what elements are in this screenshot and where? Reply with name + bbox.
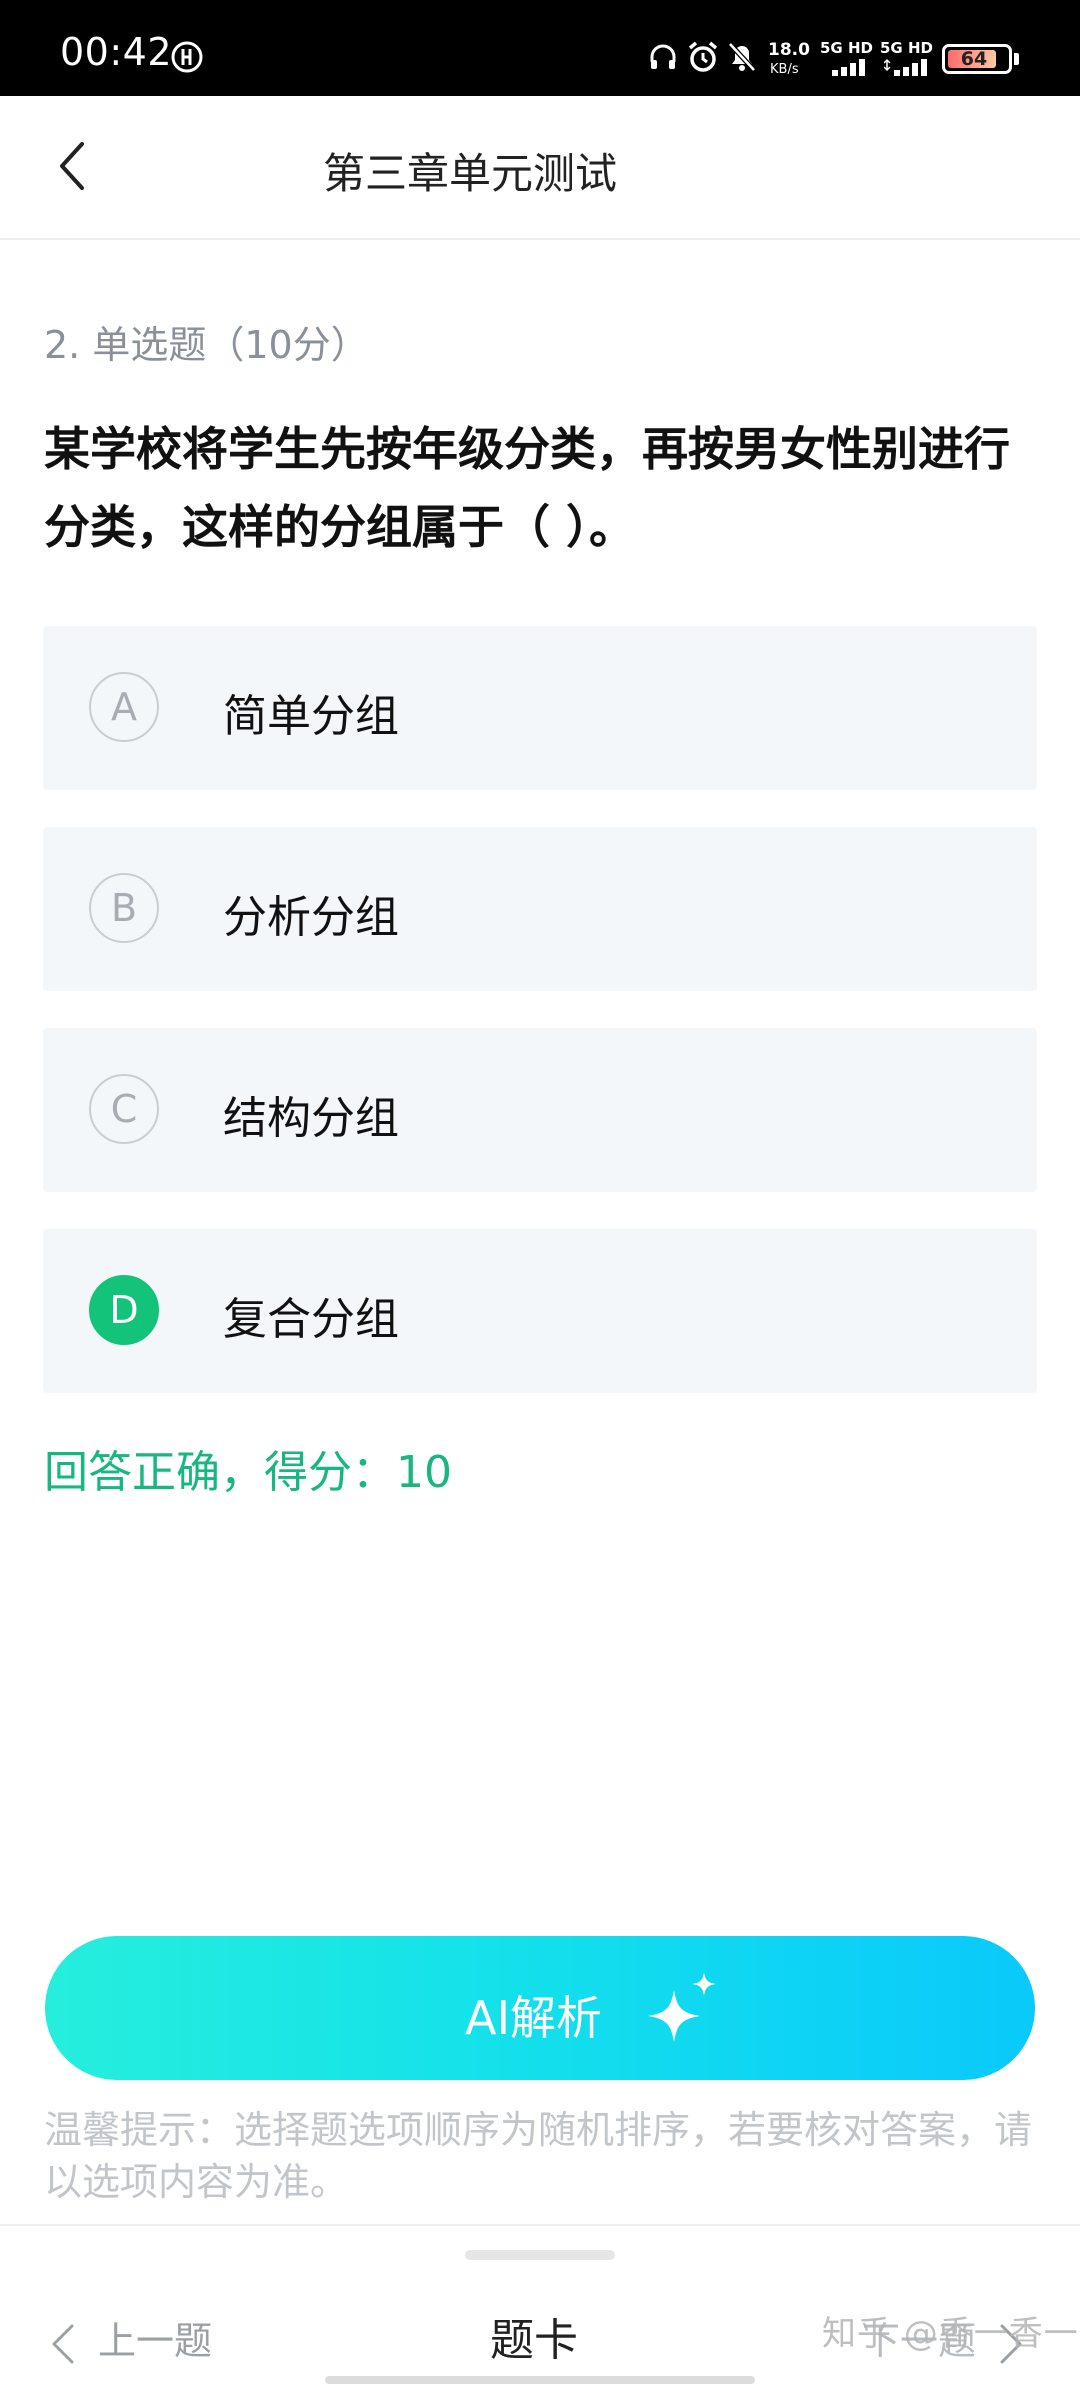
option-text-d: 复合分组: [223, 1294, 399, 1345]
option-text-a: 简单分组: [223, 691, 399, 742]
alarm-icon: [688, 41, 718, 72]
option-d[interactable]: D 复合分组: [43, 1229, 1037, 1393]
result-text: 回答正确，得分：10: [44, 1447, 452, 1498]
headphones-icon: [650, 44, 676, 69]
option-letter-d: D: [89, 1275, 159, 1345]
signal-icon-2: [884, 58, 927, 76]
watermark: 知乎 @香一香一: [822, 2314, 1079, 2354]
option-c[interactable]: C 结构分组: [43, 1028, 1037, 1192]
question-card-button[interactable]: 题卡: [490, 2304, 578, 2368]
data-saver-icon: [171, 41, 203, 73]
option-text-b: 分析分组: [223, 892, 399, 943]
prev-question-label: 上一题: [98, 2319, 213, 2363]
battery-tip: [1014, 53, 1019, 65]
battery-icon: 64: [942, 44, 1012, 74]
sparkle-icon: [648, 1972, 716, 2042]
sim2-label: 5G HD: [880, 39, 933, 57]
drag-handle[interactable]: [465, 2250, 615, 2260]
mute-bell-icon: [728, 42, 756, 72]
tip-text: 温馨提示：选择题选项顺序为随机排序，若要核对答案，请以选项内容为准。: [44, 2108, 1033, 2204]
net-speed-value: 18.0: [768, 40, 810, 60]
status-bar: 00:42 18.0 KB/s 5G HD 5G HD 64: [0, 0, 1080, 96]
option-a[interactable]: A 简单分组: [43, 626, 1037, 790]
net-speed-unit: KB/s: [770, 62, 799, 77]
question-meta: 2. 单选题（10分）: [44, 323, 369, 367]
option-b[interactable]: B 分析分组: [43, 827, 1037, 991]
prev-question-button[interactable]: 上一题: [50, 2310, 212, 2366]
question-text: 某学校将学生先按年级分类，再按男女性别进行分类，这样的分组属于（ ）。: [44, 422, 1010, 554]
status-time: 00:42: [60, 30, 173, 74]
option-letter-a: A: [89, 672, 159, 742]
ai-analysis-button[interactable]: AI解析: [45, 1936, 1035, 2080]
option-text-c: 结构分组: [223, 1093, 399, 1144]
ai-analysis-label: AI解析: [465, 1991, 603, 2045]
page-title: 第三章单元测试: [322, 149, 617, 198]
signal-icon: [832, 59, 865, 76]
home-indicator[interactable]: [325, 2376, 755, 2384]
sim1-label: 5G HD: [820, 39, 873, 57]
chevron-left-icon: [52, 2324, 74, 2363]
option-letter-b: B: [89, 873, 159, 943]
header: 第三章单元测试: [0, 96, 1080, 240]
battery-level: 64: [960, 48, 988, 70]
option-letter-c: C: [89, 1074, 159, 1144]
